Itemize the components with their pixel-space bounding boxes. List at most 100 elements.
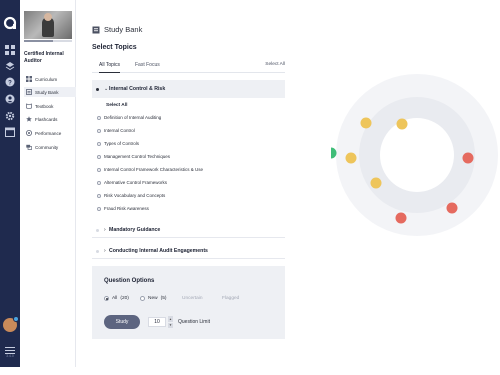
sidebar-item-performance[interactable]: Performance [24,128,76,138]
topic-section-internal-control: ⌄ Internal Control & Risk Select All Def… [92,80,285,220]
stepper-up-icon[interactable]: ▲ [168,316,173,322]
section-title: Mandatory Guidance [109,227,161,233]
question-options-panel: Question Options All (20) New (5) Uncert… [92,266,285,339]
tab-all-topics[interactable]: All Topics [99,62,121,73]
radar-dot-yellow[interactable] [345,152,357,164]
study-bank-icon [92,26,100,33]
sidebar-item-textbook[interactable]: Textbook [24,101,76,111]
settings-icon[interactable] [5,111,15,121]
topic-item[interactable]: Fraud Risk Awareness [97,206,149,211]
sidebar-item-label: Textbook [35,103,54,109]
topic-item[interactable]: Risk Vocabulary and Concepts [97,193,165,198]
sidebar-item-study-bank[interactable]: Study Bank [24,87,76,97]
user-icon[interactable] [5,94,15,104]
study-button[interactable]: Study [104,315,140,329]
radio-button[interactable] [97,167,101,172]
topic-label: Internal Control Framework Characteristi… [104,167,204,172]
option-new[interactable]: New (5) [140,296,166,301]
radio-button[interactable] [97,128,101,133]
question-limit-input[interactable]: 10 [148,317,166,327]
course-thumbnail[interactable] [24,11,72,39]
radar-dot-yellow[interactable] [370,177,382,189]
option-count: (5) [160,296,167,301]
topic-label: Definition of Internal Auditing [104,115,162,120]
sidebar-item-label: Community [35,144,59,150]
performance-icon [26,130,32,136]
textbook-icon [26,103,32,109]
topic-item[interactable]: Internal Control Framework Characteristi… [97,167,203,172]
select-topics-heading: Select Topics [92,44,137,51]
topic-label: Internal Control [104,128,135,133]
help-icon[interactable]: ? [5,77,15,87]
radio-button[interactable] [104,296,109,301]
radar-dot-yellow[interactable] [360,117,372,129]
stepper-down-icon[interactable]: ▼ [168,322,173,328]
radar-dot-red[interactable] [462,152,474,164]
radio-button[interactable] [97,193,101,198]
course-title: Certified Internal Auditor [24,51,64,64]
calendar-icon[interactable] [5,127,15,137]
option-label: Uncertain [182,296,203,301]
section-header[interactable]: ⌄ Internal Control & Risk [92,80,285,98]
main-content: Study Bank Select Topics All Topics Fast… [76,0,500,375]
sidebar-item-label: Performance [35,130,62,136]
radio-button[interactable] [97,180,101,185]
topic-item[interactable]: Types of Controls [97,141,139,146]
topic-label: Alternative Control Frameworks [104,180,168,185]
selected-dot-icon [96,88,99,91]
topic-label: Types of Controls [104,141,140,146]
sidebar-item-label: Study Bank [35,89,59,95]
study-bank-icon [26,89,32,95]
icon-rail: ? 3.4.0 [0,0,20,367]
question-limit-stepper[interactable]: ▲ ▼ [168,316,173,328]
page-title: Study Bank [104,25,143,34]
section-title: Internal Control & Risk [109,86,166,92]
sidebar-item-curriculum[interactable]: Curriculum [24,74,76,84]
notification-dot [13,316,19,322]
radar-dot-red[interactable] [446,202,458,214]
radar-dot-red[interactable] [395,212,407,224]
sidebar-item-label: Flashcards [35,116,58,122]
option-all[interactable]: All (20) [104,296,129,301]
topic-item[interactable]: Definition of Internal Auditing [97,115,161,120]
sidebar-item-flashcards[interactable]: Flashcards [24,114,76,124]
chevron-down-icon: ⌄ [104,86,109,92]
section-select-all[interactable]: Select All [106,103,127,108]
community-icon [26,144,32,150]
section-title: Conducting Internal Audit Engagements [109,248,208,254]
option-flagged[interactable]: Flagged [222,296,239,301]
question-options-title: Question Options [104,278,155,284]
radio-button[interactable] [97,115,101,120]
topic-label: Management Control Techniques [104,154,170,159]
radar-dot-green[interactable] [331,147,337,159]
option-label: New [148,296,158,301]
select-all-link[interactable]: Select All [265,62,285,67]
flashcards-icon [26,116,32,122]
topic-item[interactable]: Management Control Techniques [97,154,170,159]
question-limit-label: Question Limit [178,319,210,325]
topic-item[interactable]: Internal Control [97,128,135,133]
avatar[interactable] [3,316,19,332]
course-sidebar: Certified Internal Auditor Curriculum St… [20,0,76,367]
topic-tabs: All Topics Fast Focus Select All [92,58,285,73]
curriculum-icon [26,76,32,82]
radar-dot-yellow[interactable] [396,118,408,130]
radio-button[interactable] [140,296,145,301]
topic-section-conducting-engagements[interactable]: › Conducting Internal Audit Engagements [92,245,285,259]
tab-fast-focus[interactable]: Fast Focus [135,62,160,72]
option-label: Flagged [222,296,240,301]
brand-logo-icon[interactable] [3,16,17,30]
radio-button[interactable] [97,154,101,159]
sidebar-item-label: Curriculum [35,76,58,82]
radio-button[interactable] [97,206,101,211]
dashboard-icon[interactable] [5,45,15,55]
sidebar-item-community[interactable]: Community [24,142,76,152]
layers-icon[interactable] [5,61,15,71]
topic-item[interactable]: Alternative Control Frameworks [97,180,167,185]
topic-label: Fraud Risk Awareness [104,206,149,211]
option-uncertain[interactable]: Uncertain [182,296,203,301]
topic-label: Risk Vocabulary and Concepts [104,193,166,198]
radio-button[interactable] [97,141,101,146]
radar-ring-inner [380,118,454,192]
topic-section-mandatory-guidance[interactable]: › Mandatory Guidance [92,224,285,238]
